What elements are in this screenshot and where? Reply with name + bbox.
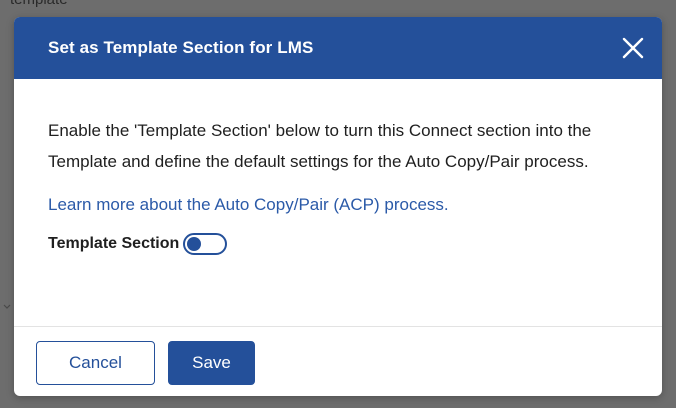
cancel-button[interactable]: Cancel	[36, 341, 155, 385]
toggle-knob	[187, 237, 202, 251]
dialog-description: Enable the 'Template Section' below to t…	[48, 121, 592, 171]
template-section-label: Template Section	[48, 235, 180, 252]
save-button[interactable]: Save	[168, 341, 255, 385]
close-button[interactable]	[620, 35, 646, 61]
template-section-dialog: Set as Template Section for LMS Enable t…	[14, 17, 662, 396]
template-section-toggle[interactable]	[183, 233, 228, 255]
dialog-body: Enable the 'Template Section' below to t…	[48, 115, 638, 255]
learn-more-link[interactable]: Learn more about the Auto Copy/Pair (ACP…	[48, 195, 449, 215]
background-text: template	[10, 0, 68, 8]
chevron-down-icon	[3, 298, 11, 309]
template-section-toggle-row: Template Section	[48, 233, 638, 255]
footer-divider	[14, 326, 662, 327]
dialog-header: Set as Template Section for LMS	[14, 17, 662, 79]
close-icon	[622, 37, 644, 59]
dialog-title: Set as Template Section for LMS	[48, 38, 314, 57]
